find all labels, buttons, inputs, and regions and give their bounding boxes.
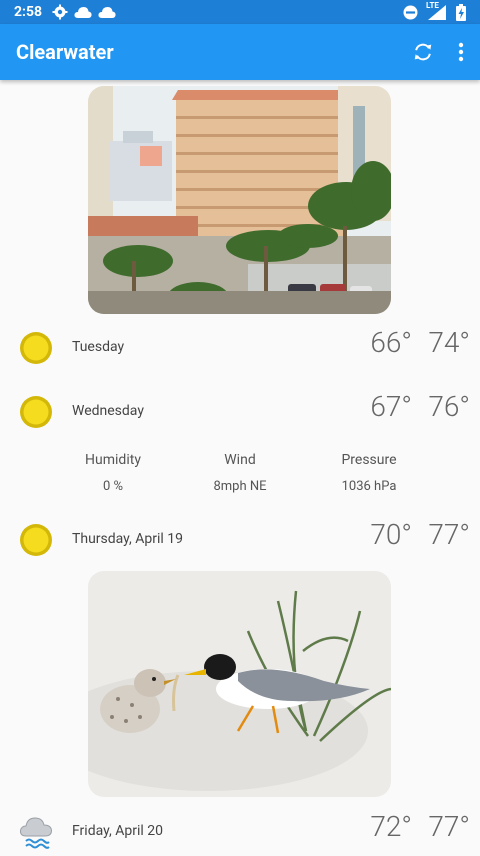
cloud-icon [74,7,92,18]
day-name: Wednesday [72,403,144,419]
page-title: Clearwater [16,40,114,64]
pressure-label: Pressure [341,452,397,468]
day-name: Tuesday [72,339,125,355]
sun-icon [20,524,52,556]
low-temp: 70° [370,518,412,551]
forecast-row[interactable]: Friday, April 20 72° 77° [0,806,480,856]
sun-icon [20,332,52,364]
location-photo [88,571,391,797]
high-temp: 74° [428,326,470,359]
forecast-row[interactable]: Wednesday 67° 76° [0,386,480,436]
low-temp: 67° [370,390,412,423]
high-temp: 77° [428,810,470,843]
high-temp: 76° [428,390,470,423]
day-name: Thursday, April 19 [72,531,184,547]
battery-icon [456,3,466,21]
network-type: LTE [426,1,439,10]
rain-cloud-icon [19,817,53,849]
day-name: Friday, April 20 [72,823,163,839]
weather-details: Humidity 0 % Wind 8mph NE Pressure 1036 … [0,444,480,514]
pressure-value: 1036 hPa [341,479,397,494]
forecast-row[interactable]: Thursday, April 19 70° 77° [0,514,480,564]
refresh-icon[interactable] [412,41,434,63]
forecast-row[interactable]: Tuesday 66° 74° [0,322,480,372]
high-temp: 77° [428,518,470,551]
do-not-disturb-icon [403,5,418,19]
settings-icon [52,4,68,20]
status-time: 2:58 [14,4,43,20]
sun-icon [20,396,52,428]
low-temp: 72° [370,810,412,843]
cloud-icon [98,7,116,18]
location-photo [88,86,391,314]
app-bar: Clearwater [0,24,480,80]
low-temp: 66° [370,326,412,359]
status-bar: 2:58 LTE [0,0,480,24]
overflow-menu-icon[interactable] [458,42,464,62]
